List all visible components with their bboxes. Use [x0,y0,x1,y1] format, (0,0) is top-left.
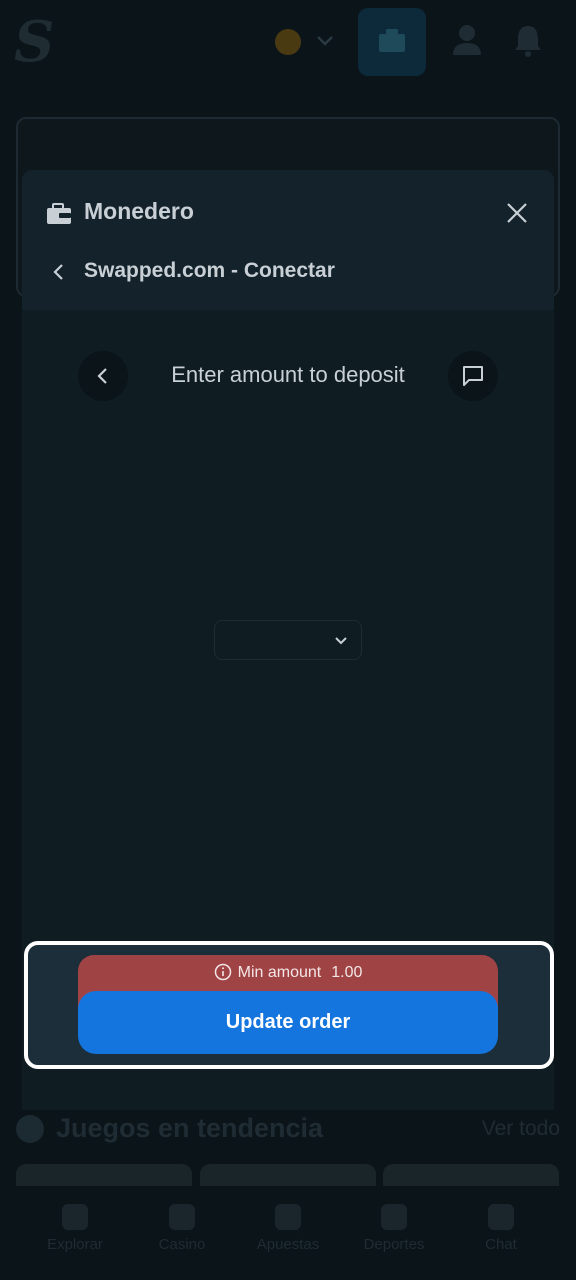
game-thumbnail[interactable] [200,1164,376,1188]
bell-icon[interactable] [513,24,543,58]
nav-explorar[interactable]: Explorar [20,1204,130,1253]
logo: S [14,9,55,75]
warning-label: Min amount [237,964,322,981]
wallet-icon [379,29,405,52]
deposit-nav: Enter amount to deposit [78,351,498,403]
nav-label: Apuestas [256,1236,320,1253]
provider-title: Swapped.com - Conectar [84,259,335,282]
nav-label: Explorar [47,1236,103,1253]
modal-header: Monedero [22,170,554,256]
nav-label: Deportes [363,1236,425,1253]
currency-select[interactable] [214,620,362,660]
message-icon [463,366,483,386]
deposit-title: Enter amount to deposit [171,362,405,387]
chevron-left-icon [97,368,107,384]
top-bar: S [0,0,576,84]
explore-icon [62,1204,88,1230]
nav-casino[interactable]: Casino [127,1204,237,1253]
modal-title: Monedero [84,198,194,224]
nav-deportes[interactable]: Deportes [339,1204,449,1253]
nav-label: Chat [485,1236,517,1253]
chevron-down-icon [335,637,347,645]
wallet-icon [47,203,71,224]
bottom-nav: Explorar Casino Apuestas Deportes Chat [0,1186,576,1280]
chevron-down-icon[interactable] [315,30,335,50]
chat-icon [488,1204,514,1230]
sports-icon [381,1204,407,1230]
bets-icon [275,1204,301,1230]
nav-chat[interactable]: Chat [446,1204,556,1253]
wallet-button[interactable] [358,8,426,76]
user-icon[interactable] [452,24,482,56]
nav-label: Casino [158,1236,206,1253]
game-thumbnail[interactable] [383,1164,559,1188]
close-icon[interactable] [504,200,530,226]
view-all-link[interactable]: Ver todo [482,1117,560,1141]
update-order-button[interactable]: Update order [78,991,498,1054]
info-icon [214,963,231,981]
game-thumbnail[interactable] [16,1164,192,1188]
chat-button[interactable] [448,351,498,401]
warning-value: 1.00 [331,964,363,981]
trending-title: Juegos en tendencia [56,1113,324,1143]
coin-icon[interactable] [275,29,301,55]
trending-header: Juegos en tendencia Ver todo [16,1113,560,1147]
provider-header: Swapped.com - Conectar [22,256,554,306]
trending-icon [16,1115,44,1143]
game-thumbnails [16,1164,576,1188]
order-footer: Min amount 1.00 Update order [24,941,554,1069]
casino-icon [169,1204,195,1230]
back-button[interactable] [78,351,128,401]
back-icon[interactable] [50,262,68,282]
nav-apuestas[interactable]: Apuestas [233,1204,343,1253]
